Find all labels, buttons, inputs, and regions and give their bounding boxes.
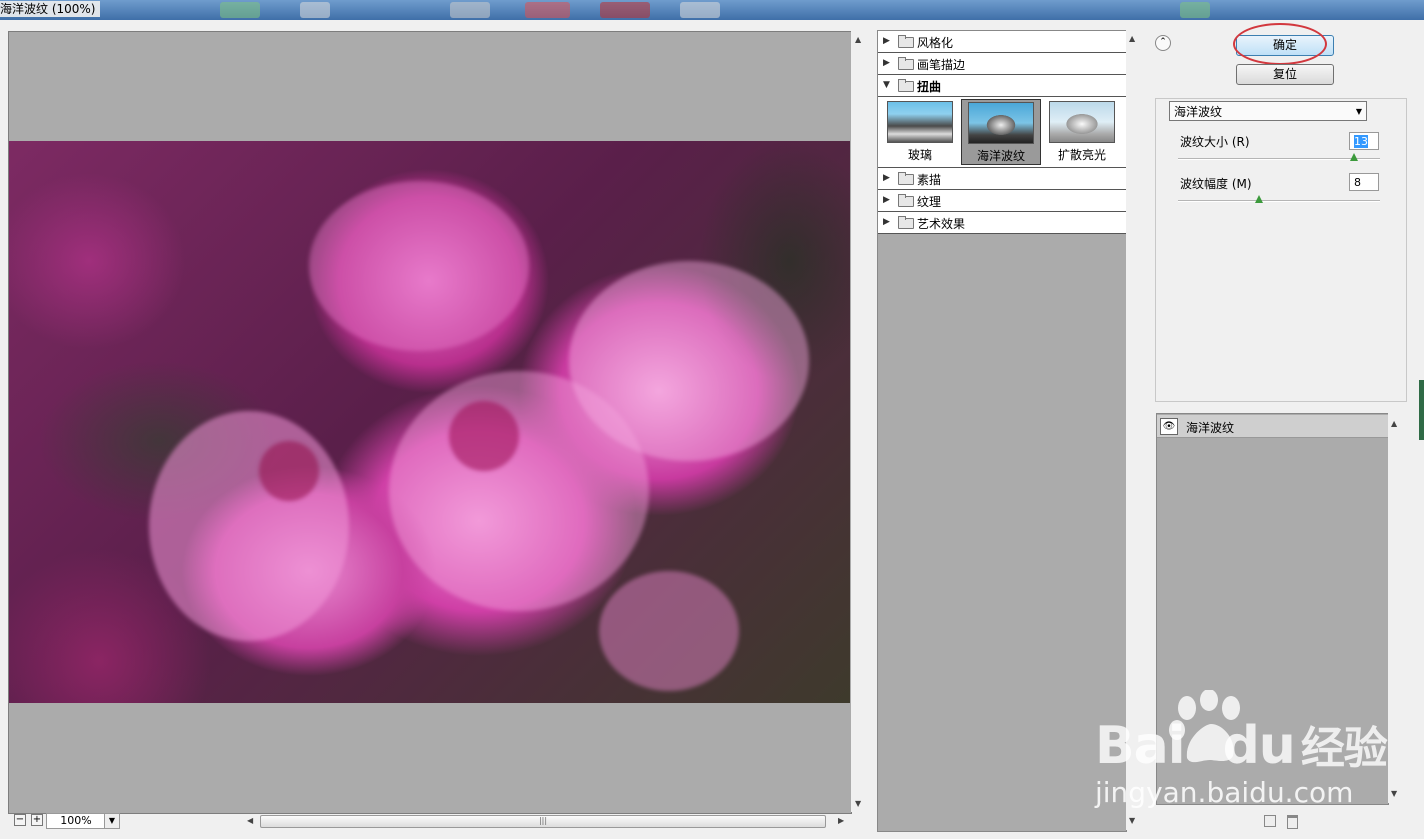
category-texture[interactable]: ▶ 纹理 — [878, 190, 1126, 212]
folder-icon — [898, 57, 914, 70]
category-sketch[interactable]: ▶ 素描 — [878, 168, 1126, 190]
filter-thumb-glass[interactable]: 玻璃 — [880, 99, 960, 165]
scroll-down-icon[interactable]: ▼ — [1129, 816, 1135, 826]
category-artistic[interactable]: ▶ 艺术效果 — [878, 212, 1126, 234]
zoom-level[interactable]: 100% — [46, 813, 106, 829]
diffuse-glow-thumbnail-image — [1049, 101, 1115, 143]
highlight-circle — [1233, 23, 1327, 65]
gallery-scrollbar[interactable]: ▲ ▼ — [1126, 30, 1140, 830]
scroll-left-icon[interactable]: ◀ — [247, 816, 253, 826]
trash-icon[interactable] — [1287, 815, 1298, 829]
chevron-down-icon: ▼ — [1355, 107, 1362, 116]
window-title: 海洋波纹 (100%) — [0, 1, 100, 17]
eye-icon[interactable]: 👁 — [1160, 418, 1178, 435]
scroll-up-icon[interactable]: ▲ — [1129, 34, 1135, 44]
paw-logo-icon — [1169, 690, 1240, 763]
zoom-dropdown-icon[interactable]: ▼ — [104, 813, 120, 829]
scroll-right-icon[interactable]: ▶ — [838, 816, 844, 826]
scroll-down-icon[interactable]: ▼ — [855, 799, 861, 809]
folder-open-icon — [898, 79, 914, 92]
category-brush-strokes[interactable]: ▶ 画笔描边 — [878, 53, 1126, 75]
preview-image — [9, 141, 850, 703]
filter-thumb-diffuse-glow[interactable]: 扩散亮光 — [1042, 99, 1122, 165]
window-edge — [1419, 380, 1424, 440]
category-distort[interactable]: ▼ 扭曲 — [878, 75, 1126, 97]
expand-triangle-icon[interactable]: ▶ — [883, 58, 890, 68]
ripple-size-input[interactable]: 13 — [1349, 132, 1379, 150]
folder-icon — [898, 216, 914, 229]
ripple-magnitude-slider-knob[interactable] — [1254, 195, 1263, 203]
scroll-down-icon[interactable]: ▼ — [1391, 789, 1397, 799]
filter-select[interactable]: 海洋波纹 ▼ — [1169, 101, 1367, 121]
ripple-magnitude-label: 波纹幅度 (M) — [1180, 177, 1252, 191]
expand-triangle-icon[interactable]: ▶ — [883, 217, 890, 227]
zoom-out-button[interactable]: − — [14, 814, 26, 826]
distort-filter-thumbnails: 玻璃 海洋波纹 扩散亮光 — [878, 97, 1126, 168]
filter-thumb-ocean-ripple[interactable]: 海洋波纹 — [961, 99, 1041, 165]
scroll-up-icon[interactable]: ▲ — [1391, 419, 1397, 429]
ripple-magnitude-input[interactable]: 8 — [1349, 173, 1379, 191]
ripple-size-slider-knob[interactable] — [1349, 153, 1358, 161]
preview-horizontal-scrollbar[interactable]: ◀ ||| ▶ — [244, 814, 849, 828]
preview-canvas[interactable] — [8, 31, 852, 814]
preview-vertical-scrollbar[interactable]: ▲ ▼ — [851, 31, 867, 812]
ocean-ripple-thumbnail-image — [968, 102, 1034, 144]
zoom-in-button[interactable]: + — [31, 814, 43, 826]
ripple-magnitude-slider-track[interactable] — [1178, 200, 1380, 202]
collapse-triangle-icon[interactable]: ▼ — [883, 80, 890, 90]
expand-triangle-icon[interactable]: ▶ — [883, 195, 890, 205]
expand-triangle-icon[interactable]: ▶ — [883, 173, 890, 183]
window-title-bar: 海洋波纹 (100%) — [0, 0, 1424, 20]
folder-icon — [898, 35, 914, 48]
new-effect-layer-icon[interactable] — [1264, 815, 1276, 827]
scroll-thumb[interactable]: ||| — [260, 815, 826, 828]
expand-triangle-icon[interactable]: ▶ — [883, 36, 890, 46]
reset-button[interactable]: 复位 — [1236, 64, 1334, 85]
layers-scrollbar[interactable]: ▲ ▼ — [1388, 413, 1402, 803]
category-stylize[interactable]: ▶ 风格化 — [878, 31, 1126, 53]
effect-layer-row[interactable]: 👁 海洋波纹 — [1157, 415, 1388, 438]
ripple-size-label: 波纹大小 (R) — [1180, 135, 1250, 149]
zoom-bar: − + 100% ▼ ◀ ||| ▶ — [8, 812, 868, 830]
folder-icon — [898, 194, 914, 207]
folder-icon — [898, 172, 914, 185]
glass-thumbnail-image — [887, 101, 953, 143]
watermark-url: jingyan.baidu.com — [1095, 776, 1354, 809]
collapse-gallery-icon[interactable]: ⌃ — [1155, 35, 1171, 51]
filter-gallery: ▶ 风格化 ▶ 画笔描边 ▼ 扭曲 玻璃 海洋波纹 扩散亮光 ▶ 素描 ▶ 纹理 — [877, 30, 1127, 832]
scroll-up-icon[interactable]: ▲ — [855, 35, 861, 45]
